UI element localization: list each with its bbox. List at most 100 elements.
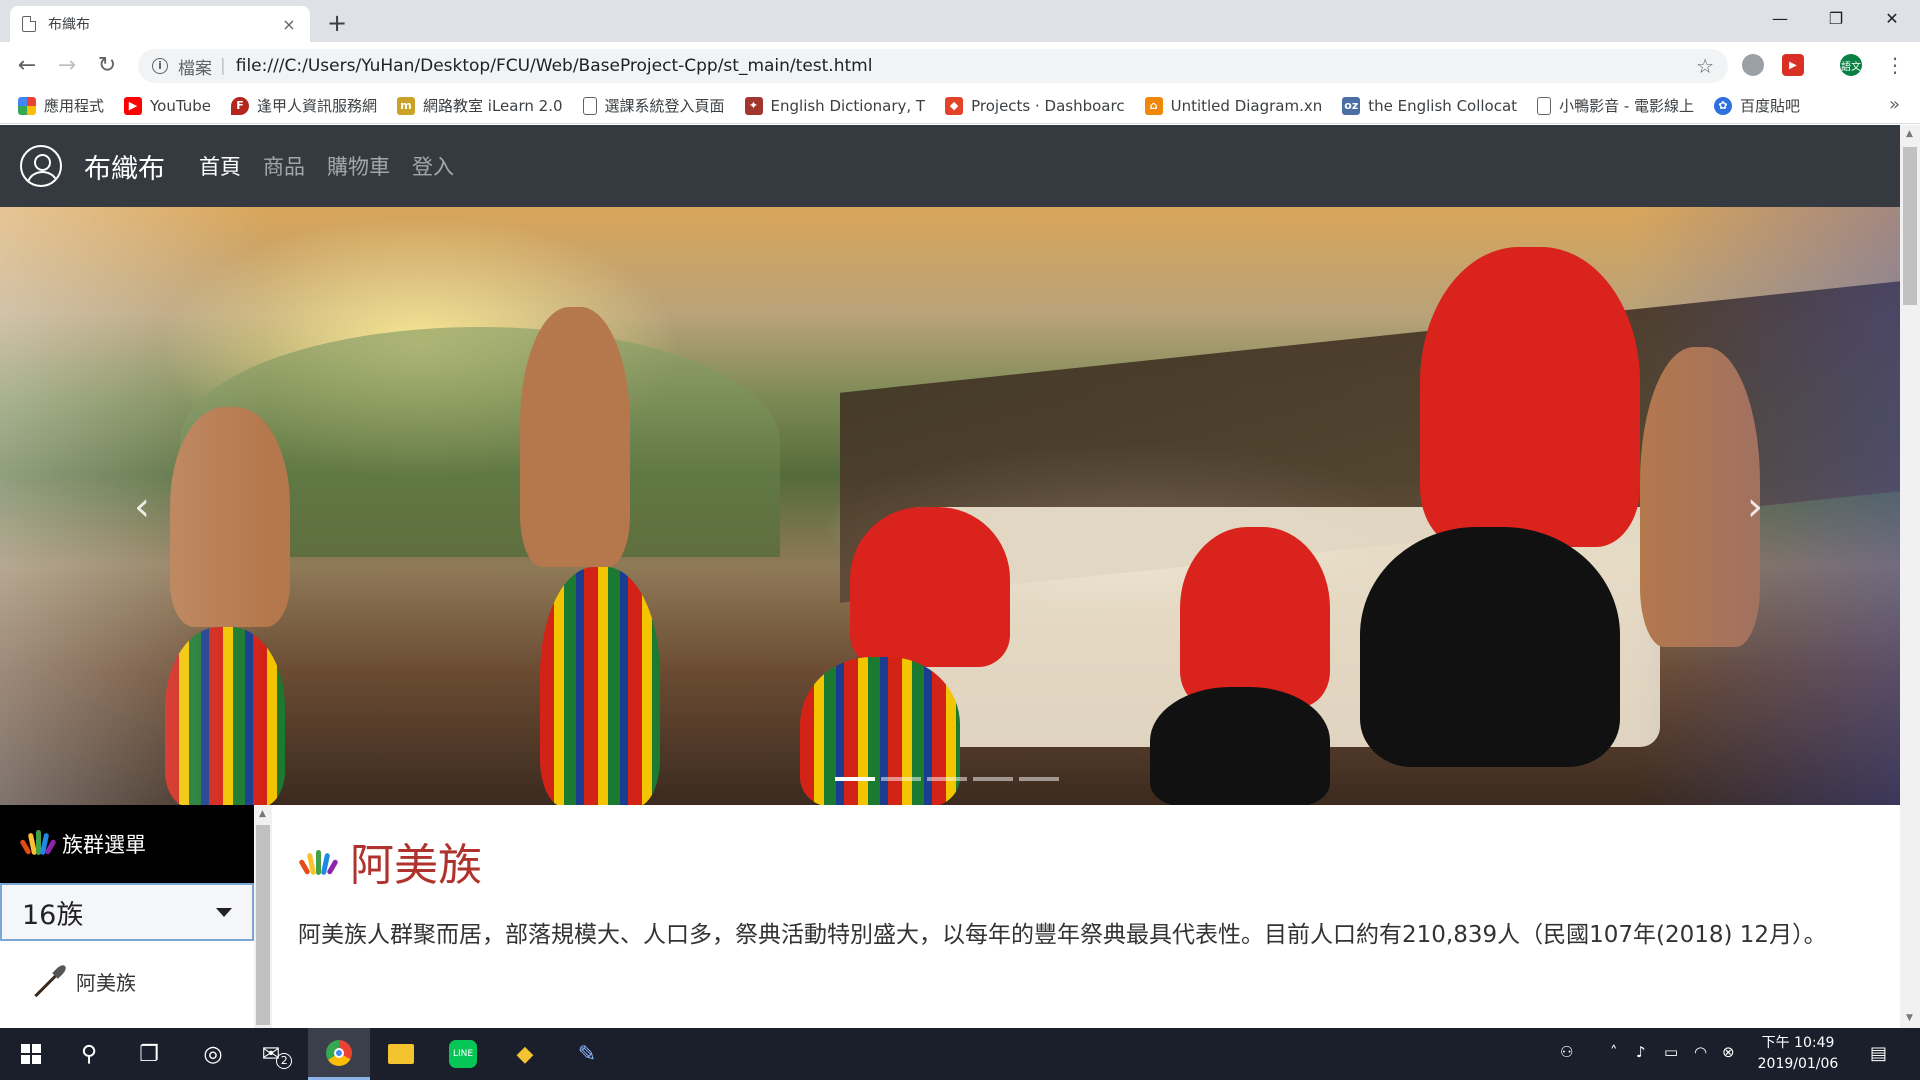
tribe-content: 阿美族 阿美族人群聚而居，部落規模大、人口多，祭典活動特別盛大，以每年的豐年祭典…: [272, 805, 1900, 1028]
sidebar-item-label: 阿美族: [76, 970, 136, 995]
paint-app-icon[interactable]: ✎: [556, 1028, 618, 1080]
youtube-icon: ▶: [124, 96, 143, 115]
scroll-up-icon[interactable]: ▲: [259, 809, 266, 819]
bookmark-label: 逢甲人資訊服務網: [257, 97, 378, 115]
mail-icon[interactable]: ✉ 2: [246, 1028, 308, 1080]
bookmark-course-system[interactable]: 選課系統登入頁面: [582, 95, 725, 116]
restore-button[interactable]: ❐: [1808, 0, 1864, 36]
carousel-indicators: [832, 777, 1062, 781]
task-view-icon[interactable]: ❐: [118, 1028, 180, 1080]
tribe-title: 阿美族: [350, 840, 482, 891]
bookmark-fcu[interactable]: F 逢甲人資訊服務網: [231, 95, 377, 116]
tribe-group-select[interactable]: 16族: [0, 883, 254, 941]
git-app-icon[interactable]: ◆: [494, 1028, 556, 1080]
bookmark-apps[interactable]: 應用程式: [18, 95, 104, 116]
scroll-up-icon[interactable]: ▲: [1906, 129, 1913, 139]
page-scroll-thumb[interactable]: [1903, 147, 1917, 305]
extension-icon[interactable]: ▶: [1782, 54, 1804, 76]
taskbar-clock[interactable]: 下午 10:49 2019/01/06: [1748, 1033, 1848, 1075]
mail-badge: 2: [276, 1053, 293, 1069]
carousel-indicator[interactable]: [1019, 777, 1059, 781]
bookmark-drawio[interactable]: ⌂ Untitled Diagram.xn: [1144, 96, 1323, 115]
nav-home[interactable]: 首頁: [199, 151, 241, 181]
browser-toolbar: ← → ↻ i 檔案 | file:///C:/Users/YuHan/Desk…: [0, 42, 1920, 88]
search-icon[interactable]: ⚲: [58, 1028, 120, 1080]
chrome-taskbar-icon[interactable]: [308, 1028, 370, 1080]
carousel-indicator[interactable]: [835, 777, 875, 781]
back-button[interactable]: ←: [12, 50, 42, 80]
carousel-indicator[interactable]: [881, 777, 921, 781]
spear-icon: [32, 964, 66, 998]
bookmark-label: 網路教室 iLearn 2.0: [423, 97, 563, 115]
bookmark-youtube[interactable]: ▶ YouTube: [124, 96, 211, 115]
bookmark-label: Projects · Dashboarc: [971, 96, 1125, 115]
info-icon[interactable]: i: [152, 58, 168, 74]
nav-cart[interactable]: 購物車: [327, 151, 390, 181]
sidebar-scrollbar[interactable]: ▲: [254, 805, 272, 1028]
carousel-indicator[interactable]: [927, 777, 967, 781]
reload-button[interactable]: ↻: [92, 50, 122, 80]
action-center-icon[interactable]: ▤: [1870, 1043, 1887, 1064]
sidebar-item-amis[interactable]: 阿美族: [0, 941, 254, 1021]
separator: |: [220, 56, 226, 76]
minimize-button[interactable]: —: [1752, 0, 1808, 36]
dictionary-icon: ✦: [744, 96, 763, 115]
gitlab-icon: ◆: [945, 96, 964, 115]
bookmark-label: Untitled Diagram.xn: [1170, 96, 1323, 115]
carousel-next-button[interactable]: ›: [1735, 477, 1775, 537]
bookmark-collocation[interactable]: oz the English Collocat: [1342, 96, 1517, 115]
bookmarks-overflow-button[interactable]: »: [1889, 94, 1900, 115]
volume-icon[interactable]: ♪: [1636, 1043, 1646, 1061]
notification-x-icon[interactable]: ⊗: [1722, 1043, 1735, 1061]
cortana-icon[interactable]: ◎: [182, 1028, 244, 1080]
extension-icon[interactable]: [1742, 54, 1764, 76]
carousel-prev-button[interactable]: ‹: [122, 477, 162, 537]
windows-icon: [21, 1044, 41, 1064]
bookmark-dictionary[interactable]: ✦ English Dictionary, T: [744, 96, 925, 115]
close-window-button[interactable]: ✕: [1864, 0, 1920, 36]
hand-icon: [19, 827, 57, 861]
baidu-icon: ✿: [1714, 96, 1733, 115]
tab-close-icon[interactable]: ×: [280, 15, 298, 34]
bookmark-label: 百度貼吧: [1740, 97, 1801, 115]
user-circle-icon[interactable]: [20, 145, 62, 187]
people-icon[interactable]: ⚇: [1560, 1043, 1573, 1061]
oz-icon: oz: [1342, 96, 1361, 115]
menu-icon[interactable]: ⋮: [1880, 50, 1910, 80]
file-explorer-icon[interactable]: [370, 1028, 432, 1080]
bookmark-label: 選課系統登入頁面: [604, 97, 725, 115]
bookmark-baidu[interactable]: ✿ 百度貼吧: [1714, 95, 1800, 116]
tribe-group-selected: 16族: [22, 899, 84, 931]
site-navbar: 布織布 首頁 商品 購物車 登入: [0, 125, 1900, 207]
url-text[interactable]: file:///C:/Users/YuHan/Desktop/FCU/Web/B…: [236, 56, 1696, 76]
page-icon: [1537, 96, 1552, 115]
wifi-icon[interactable]: ◠: [1694, 1043, 1707, 1061]
bookmark-duck-video[interactable]: 小鴨影音 - 電影線上: [1537, 95, 1694, 116]
browser-tab-strip: 布織布 × + — ❐ ✕: [0, 0, 1920, 42]
line-app-icon[interactable]: LINE: [432, 1028, 494, 1080]
profile-avatar[interactable]: 語文: [1840, 54, 1862, 76]
ilearn-icon: m: [397, 96, 416, 115]
browser-tab[interactable]: 布織布 ×: [10, 6, 310, 42]
nav-login[interactable]: 登入: [412, 151, 454, 181]
sidebar-header: 族群選單: [0, 805, 254, 883]
battery-icon[interactable]: ▭: [1664, 1043, 1678, 1061]
new-tab-button[interactable]: +: [325, 9, 349, 37]
carousel-indicator[interactable]: [973, 777, 1013, 781]
site-brand[interactable]: 布織布: [84, 147, 165, 186]
bookmark-gitlab[interactable]: ◆ Projects · Dashboarc: [945, 96, 1125, 115]
hero-carousel: ‹ ›: [0, 207, 1900, 805]
scroll-down-icon[interactable]: ▼: [1906, 1013, 1913, 1023]
clock-time: 下午 10:49: [1761, 1035, 1835, 1051]
tray-chevron-icon[interactable]: ˄: [1610, 1043, 1618, 1061]
tribe-sidebar: 族群選單 16族 阿美族: [0, 805, 254, 1028]
bookmark-star-icon[interactable]: ☆: [1696, 54, 1714, 78]
forward-button[interactable]: →: [52, 50, 82, 80]
address-bar[interactable]: i 檔案 | file:///C:/Users/YuHan/Desktop/FC…: [138, 49, 1728, 83]
page-scrollbar[interactable]: ▲ ▼: [1900, 125, 1920, 1028]
sidebar-scroll-thumb[interactable]: [256, 825, 270, 1025]
nav-products[interactable]: 商品: [263, 151, 305, 181]
caret-down-icon: [216, 907, 232, 917]
start-button[interactable]: [0, 1028, 62, 1080]
bookmark-ilearn[interactable]: m 網路教室 iLearn 2.0: [397, 95, 563, 116]
